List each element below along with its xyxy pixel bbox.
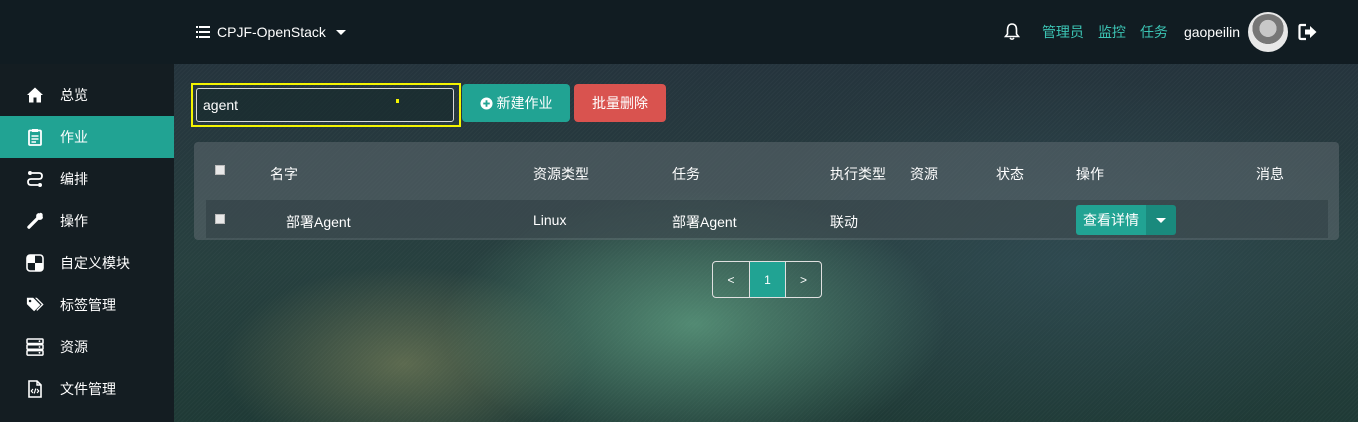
top-right-nav: 管理员 监控 任务 gaopeilin <box>1003 10 1318 54</box>
wrench-icon <box>27 212 43 229</box>
sidebar-item-files[interactable]: 文件管理 <box>0 368 174 410</box>
tags-icon <box>26 297 44 312</box>
list-icon <box>196 26 210 38</box>
cell-task: 部署Agent <box>672 214 737 230</box>
view-details-button[interactable]: 查看详情 <box>1076 205 1146 235</box>
batch-delete-button[interactable]: 批量删除 <box>574 84 666 122</box>
sidebar-item-label: 资源 <box>60 339 88 355</box>
column-header-exec-type: 执行类型 <box>830 166 886 182</box>
main-content: 新建作业 批量删除 名字 资源类型 任务 执行类型 资源 状态 操作 消息 部署… <box>174 64 1358 422</box>
sidebar-item-jobs[interactable]: 作业 <box>0 116 174 158</box>
actions-dropdown-toggle[interactable] <box>1146 205 1176 235</box>
batch-delete-label: 批量删除 <box>592 95 648 111</box>
username[interactable]: gaopeilin <box>1184 24 1240 40</box>
flow-icon <box>27 171 43 187</box>
sidebar-item-tags[interactable]: 标签管理 <box>0 284 174 326</box>
home-icon <box>27 87 43 103</box>
new-job-button[interactable]: 新建作业 <box>462 84 570 122</box>
file-code-icon <box>28 380 42 398</box>
view-details-split-button: 查看详情 <box>1076 205 1176 235</box>
search-highlight <box>191 83 461 127</box>
search-input[interactable] <box>196 88 454 122</box>
sidebar-item-label: 文件管理 <box>60 381 116 397</box>
sidebar-item-label: 自定义模块 <box>60 255 130 271</box>
sidebar-item-resources[interactable]: 资源 <box>0 326 174 368</box>
new-job-label: 新建作业 <box>496 95 553 111</box>
page-number-current[interactable]: 1 <box>749 262 785 297</box>
tasks-link[interactable]: 任务 <box>1140 22 1168 42</box>
sidebar: 总览 作业 编排 操作 自定义模块 标签管理 资源 文件管理 <box>0 64 174 422</box>
sidebar-item-custom-modules[interactable]: 自定义模块 <box>0 242 174 284</box>
cell-name[interactable]: 部署Agent <box>286 212 351 232</box>
admin-link[interactable]: 管理员 <box>1042 22 1084 42</box>
chevron-down-icon <box>1156 217 1166 223</box>
sidebar-item-label: 标签管理 <box>60 297 116 313</box>
select-all-checkbox[interactable] <box>215 165 225 175</box>
row-checkbox[interactable] <box>215 214 225 224</box>
project-selector[interactable]: CPJF-OpenStack <box>196 22 346 42</box>
sidebar-item-label: 操作 <box>60 213 88 229</box>
monitor-link[interactable]: 监控 <box>1098 22 1126 42</box>
column-header-actions: 操作 <box>1076 166 1104 182</box>
cursor-marker <box>396 99 399 103</box>
column-header-status: 状态 <box>996 166 1024 182</box>
project-name: CPJF-OpenStack <box>217 24 326 40</box>
jobs-table: 名字 资源类型 任务 执行类型 资源 状态 操作 消息 部署Agent Linu… <box>194 142 1339 240</box>
logout-icon[interactable] <box>1298 23 1318 41</box>
sidebar-item-label: 编排 <box>60 171 88 187</box>
column-header-task: 任务 <box>672 166 700 182</box>
chevron-down-icon <box>335 29 346 35</box>
column-header-resource: 资源 <box>910 166 938 182</box>
top-bar: CPJF-OpenStack 管理员 监控 任务 gaopeilin <box>0 0 1358 64</box>
sidebar-item-label: 作业 <box>60 129 88 145</box>
sidebar-item-overview[interactable]: 总览 <box>0 74 174 116</box>
cell-resource-type: Linux <box>533 212 567 228</box>
prev-page-button[interactable]: < <box>713 262 749 297</box>
column-header-resource-type: 资源类型 <box>533 166 589 182</box>
pagination: < 1 > <box>712 261 822 298</box>
column-header-message: 消息 <box>1256 166 1284 182</box>
server-icon <box>26 338 44 356</box>
plus-circle-icon <box>479 96 493 110</box>
sidebar-item-label: 总览 <box>60 87 88 103</box>
next-page-button[interactable]: > <box>785 262 821 297</box>
cell-exec-type: 联动 <box>830 214 858 230</box>
clipboard-icon <box>28 129 42 146</box>
bell-icon[interactable] <box>1003 23 1020 41</box>
sidebar-item-operations[interactable]: 操作 <box>0 200 174 242</box>
sidebar-item-orchestration[interactable]: 编排 <box>0 158 174 200</box>
column-header-name: 名字 <box>270 166 298 182</box>
puzzle-icon <box>26 254 44 272</box>
avatar[interactable] <box>1248 12 1288 52</box>
